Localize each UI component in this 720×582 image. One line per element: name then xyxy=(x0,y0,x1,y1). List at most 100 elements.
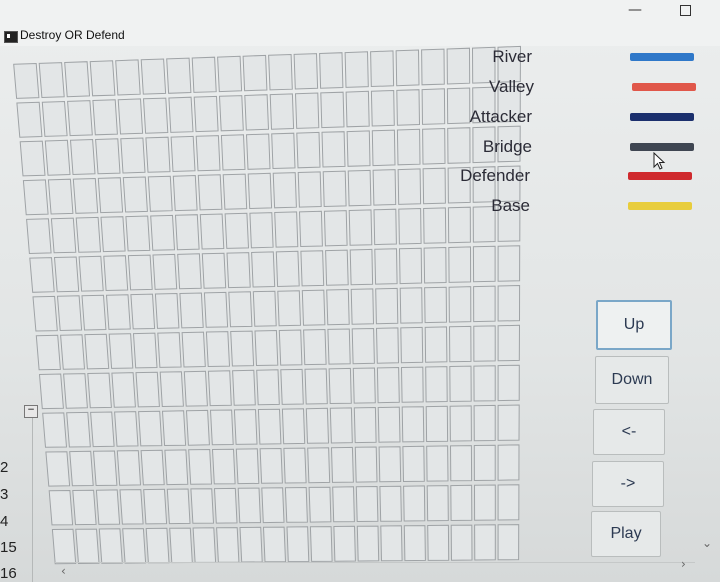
board-cell[interactable] xyxy=(72,489,97,526)
board-cell[interactable] xyxy=(472,245,496,283)
board-cell[interactable] xyxy=(132,332,158,369)
board-cell[interactable] xyxy=(45,451,71,487)
board-cell[interactable] xyxy=(150,214,176,251)
board-cell[interactable] xyxy=(35,334,61,371)
board-cell[interactable] xyxy=(448,286,472,323)
board-cell[interactable] xyxy=(333,525,356,562)
board-cell[interactable] xyxy=(424,326,448,363)
board-cell[interactable] xyxy=(159,371,184,408)
board-cell[interactable] xyxy=(473,484,496,521)
board-cell[interactable] xyxy=(32,295,58,332)
board-cell[interactable] xyxy=(347,169,372,207)
scroll-right-icon[interactable]: › xyxy=(681,557,686,571)
board-cell[interactable] xyxy=(330,446,354,483)
board-cell[interactable] xyxy=(228,291,253,328)
board-cell[interactable] xyxy=(115,59,141,96)
board-cell[interactable] xyxy=(92,450,118,487)
board-cell[interactable] xyxy=(355,485,379,523)
board-cell[interactable] xyxy=(226,252,251,289)
board-cell[interactable] xyxy=(403,485,426,522)
board-cell[interactable] xyxy=(29,257,55,293)
board-cell[interactable] xyxy=(450,524,473,561)
board-cell[interactable] xyxy=(38,373,64,410)
board-cell[interactable] xyxy=(346,130,371,167)
board-cell[interactable] xyxy=(278,329,303,366)
board-cell[interactable] xyxy=(448,246,472,283)
board-cell[interactable] xyxy=(446,47,471,85)
board-cell[interactable] xyxy=(373,208,397,246)
board-cell[interactable] xyxy=(154,292,180,329)
board-cell[interactable] xyxy=(42,412,68,448)
board-cell[interactable] xyxy=(218,95,244,132)
board-cell[interactable] xyxy=(304,368,328,405)
board-cell[interactable] xyxy=(329,407,353,444)
board-cell[interactable] xyxy=(448,325,472,363)
board-cell[interactable] xyxy=(142,97,169,134)
board-cell[interactable] xyxy=(213,487,238,524)
board-cell[interactable] xyxy=(92,99,118,136)
board-cell[interactable] xyxy=(301,289,326,326)
board-cell[interactable] xyxy=(211,448,236,485)
board-cell[interactable] xyxy=(397,168,422,205)
scroll-left-icon[interactable]: ‹ xyxy=(61,564,66,578)
board-cell[interactable] xyxy=(308,486,332,523)
board-cell[interactable] xyxy=(166,57,192,94)
board-cell[interactable] xyxy=(284,486,308,523)
right-button[interactable]: -> xyxy=(592,461,664,507)
board-cell[interactable] xyxy=(422,127,446,165)
chevron-down-icon[interactable]: ⌄ xyxy=(702,536,712,550)
board-cell[interactable] xyxy=(152,253,178,290)
board-cell[interactable] xyxy=(125,215,151,252)
board-cell[interactable] xyxy=(497,524,520,561)
board-cell[interactable] xyxy=(280,368,304,405)
board-cell[interactable] xyxy=(497,404,520,441)
board-cell[interactable] xyxy=(254,329,279,367)
board-cell[interactable] xyxy=(122,528,147,564)
board-cell[interactable] xyxy=(473,365,496,402)
board-cell[interactable] xyxy=(252,290,277,327)
board-cell[interactable] xyxy=(120,137,146,174)
board-cell[interactable] xyxy=(87,372,112,409)
board-cell[interactable] xyxy=(296,131,321,169)
board-cell[interactable] xyxy=(323,210,348,247)
board-cell[interactable] xyxy=(375,327,400,364)
board-cell[interactable] xyxy=(379,485,402,522)
board-cell[interactable] xyxy=(348,209,373,246)
board-cell[interactable] xyxy=(117,98,144,135)
board-cell[interactable] xyxy=(372,169,397,206)
board-cell[interactable] xyxy=(294,92,320,129)
board-cell[interactable] xyxy=(274,211,299,248)
board-cell[interactable] xyxy=(327,328,351,365)
board-cell[interactable] xyxy=(497,444,520,481)
board-cell[interactable] xyxy=(256,369,280,406)
board-cell[interactable] xyxy=(401,406,425,443)
board-cell[interactable] xyxy=(257,408,282,445)
board-cell[interactable] xyxy=(272,172,297,209)
board-cell[interactable] xyxy=(222,173,248,210)
board-cell[interactable] xyxy=(345,90,370,128)
board-cell[interactable] xyxy=(108,333,134,369)
board-cell[interactable] xyxy=(145,136,171,173)
board-cell[interactable] xyxy=(277,290,302,327)
board-cell[interactable] xyxy=(262,526,287,563)
board-cell[interactable] xyxy=(181,331,206,368)
board-cell[interactable] xyxy=(56,295,83,332)
board-cell[interactable] xyxy=(177,253,202,290)
board-cell[interactable] xyxy=(375,287,399,325)
play-button[interactable]: Play xyxy=(591,511,661,557)
board-cell[interactable] xyxy=(421,88,446,125)
board-cell[interactable] xyxy=(81,294,107,331)
board-cell[interactable] xyxy=(232,369,256,406)
horizontal-scrollbar[interactable]: ‹ › xyxy=(55,557,695,581)
board-cell[interactable] xyxy=(370,50,395,88)
board-cell[interactable] xyxy=(446,87,471,125)
board-cell[interactable] xyxy=(426,485,449,522)
board-cell[interactable] xyxy=(130,293,156,330)
board-cell[interactable] xyxy=(356,525,380,562)
board-cell[interactable] xyxy=(239,526,263,563)
board-cell[interactable] xyxy=(269,93,295,130)
board-cell[interactable] xyxy=(473,325,496,362)
maximize-button[interactable] xyxy=(665,0,705,22)
board-cell[interactable] xyxy=(78,255,104,292)
board-cell[interactable] xyxy=(447,206,471,244)
